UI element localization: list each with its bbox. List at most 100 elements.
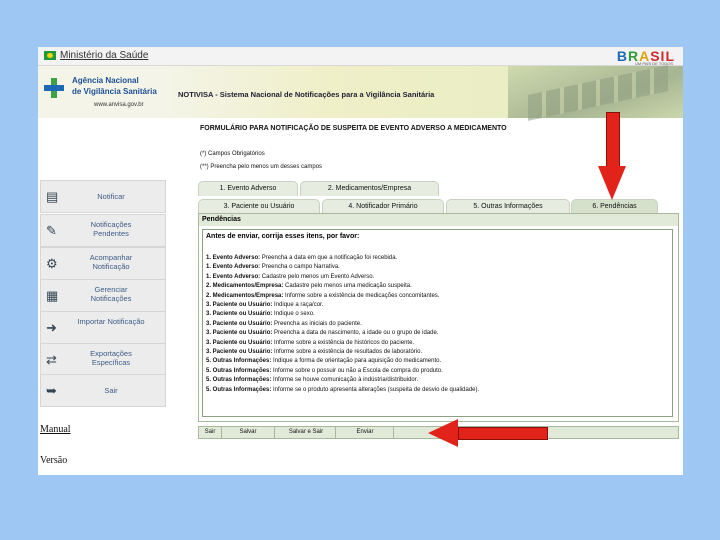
arrow-shaft	[458, 427, 548, 440]
pending-item: 5. Outras Informações: Informe se houve …	[206, 376, 479, 385]
pending-item-text: Preencha as iniciais do paciente.	[272, 320, 362, 327]
brazil-flag-icon	[44, 51, 56, 60]
pending-item: 3. Paciente ou Usuário: Informe sobre a …	[206, 348, 479, 357]
pending-item-text: Informe se o produto apresenta alteraçõe…	[271, 386, 480, 393]
pending-list: 1. Evento Adverso: Preencha a data em qu…	[206, 254, 479, 395]
system-title: NOTIVISA - Sistema Nacional de Notificaç…	[178, 90, 435, 99]
pending-item-text: Preencha o campo Narrativa.	[260, 264, 340, 271]
red-arrow-down-annotation	[598, 112, 626, 200]
tab-evento-adverso[interactable]: 1. Evento Adverso	[198, 181, 298, 196]
pending-item-text: Indique a forma de orientação para aquis…	[271, 358, 442, 365]
manual-link[interactable]: Manual	[40, 424, 71, 435]
pending-item: 3. Paciente ou Usuário: Indique a raça/c…	[206, 301, 479, 310]
export-icon: ⇄	[46, 352, 57, 367]
pending-item-section: 5. Outras Informações:	[206, 367, 272, 374]
import-icon: ➜	[46, 320, 57, 335]
sidebar-item-label: Sair	[104, 386, 118, 395]
pending-item-text: Indique a raça/cor.	[272, 302, 324, 309]
pending-item: 2. Medicamentos/Empresa: Informe sobre a…	[206, 292, 479, 301]
panel-title: Pendências	[199, 214, 678, 226]
pending-item: 1. Evento Adverso: Preencha o campo Narr…	[206, 263, 479, 272]
sidebar-item-importar[interactable]: ➜ Importar Notificação	[40, 311, 166, 344]
document-icon: ▤	[46, 189, 59, 204]
pending-item-section: 2. Medicamentos/Empresa:	[206, 283, 284, 290]
pending-item: 1. Evento Adverso: Cadastre pelo menos u…	[206, 273, 479, 282]
sidebar-item-pendentes[interactable]: ✎ Notificações Pendentes	[40, 214, 166, 247]
save-button[interactable]: Salvar	[222, 427, 275, 438]
sidebar-item-acompanhar[interactable]: ⚙ Acompanhar Notificação	[40, 247, 166, 280]
pending-item-section: 1. Evento Adverso:	[206, 264, 261, 271]
pending-item-section: 5. Outras Informações:	[206, 358, 272, 365]
pending-item: 3. Paciente ou Usuário: Preencha a data …	[206, 329, 479, 338]
agency-url: www.anvisa.gov.br	[94, 102, 144, 108]
pending-item-text: Informe sobre a existência de históricos…	[272, 339, 415, 346]
pending-item: 2. Medicamentos/Empresa: Cadastre pelo m…	[206, 282, 479, 291]
pending-item-section: 3. Paciente ou Usuário:	[206, 330, 273, 337]
sidebar-item-label: Gerenciar Notificações	[90, 285, 132, 303]
pending-item: 5. Outras Informações: Indique a forma d…	[206, 357, 479, 366]
pending-item-text: Cadastre pelo menos uma medicação suspei…	[283, 283, 412, 290]
notivisa-window: Ministério da Saúde BRASIL UM PAÍS DE TO…	[38, 47, 683, 475]
pending-item: 5. Outras Informações: Informe sobre o p…	[206, 367, 479, 376]
pending-item-section: 3. Paciente ou Usuário:	[206, 349, 273, 356]
sidebar-item-notificar[interactable]: ▤ Notificar	[40, 180, 166, 213]
pending-item-section: 1. Evento Adverso:	[206, 273, 261, 280]
pending-item: 3. Paciente ou Usuário: Indique o sexo.	[206, 310, 479, 319]
agency-name-line2: de Vigilância Sanitária	[72, 87, 157, 96]
send-button[interactable]: Enviar	[337, 427, 394, 438]
track-icon: ⚙	[46, 256, 58, 271]
tab-paciente-usuario[interactable]: 3. Paciente ou Usuário	[198, 199, 320, 214]
pending-item-text: Informe sobre a existência de resultados…	[272, 349, 423, 356]
ministry-link[interactable]: Ministério da Saúde	[60, 50, 148, 61]
pending-item: 1. Evento Adverso: Preencha a data em qu…	[206, 254, 479, 263]
required-fields-note: (*) Campos Obrigatórios	[200, 151, 265, 157]
pending-item-section: 3. Paciente ou Usuário:	[206, 311, 273, 318]
tab-notificador-primario[interactable]: 4. Notificador Primário	[322, 199, 444, 214]
brasil-logo-b: B	[616, 48, 628, 64]
pending-item-section: 1. Evento Adverso:	[206, 255, 261, 261]
keyboard-banner-image	[508, 66, 683, 118]
red-arrow-left-annotation	[428, 419, 548, 447]
anvisa-header: Agência Nacional de Vigilância Sanitária…	[38, 66, 683, 118]
pending-item-section: 3. Paciente ou Usuário:	[206, 320, 273, 327]
pending-item-text: Cadastre pelo menos um Evento Adverso.	[260, 273, 375, 280]
version-link[interactable]: Versão	[40, 455, 67, 466]
pending-item-text: Informe se houve comunicação à indústria…	[271, 377, 419, 384]
sidebar-item-label: Importar Notificação	[77, 317, 145, 326]
pending-item-section: 2. Medicamentos/Empresa:	[206, 292, 284, 299]
pending-item: 3. Paciente ou Usuário: Preencha as inic…	[206, 320, 479, 329]
pending-item-section: 5. Outras Informações:	[206, 377, 272, 384]
pending-icon: ✎	[46, 223, 57, 238]
arrow-head	[598, 166, 626, 200]
at-least-one-note: (**) Preencha pelo menos um desses campo…	[200, 164, 323, 170]
tab-pendencias[interactable]: 6. Pendências	[571, 199, 658, 214]
pending-item-section: 3. Paciente ou Usuário:	[206, 339, 273, 346]
pending-item-section: 3. Paciente ou Usuário:	[206, 302, 273, 309]
manage-icon: ▦	[46, 288, 59, 303]
sidebar-item-sair[interactable]: ➥ Sair	[40, 374, 166, 407]
pending-item-text: Informe sobre a existência de medicações…	[283, 292, 440, 299]
form-title: FORMULÁRIO PARA NOTIFICAÇÃO DE SUSPEITA …	[200, 125, 507, 132]
pending-items-box: Antes de enviar, corrija esses itens, po…	[202, 229, 673, 417]
pending-item-text: Preencha a data em que a notificação foi…	[260, 255, 398, 261]
pending-item: 5. Outras Informações: Informe se o prod…	[206, 386, 479, 395]
sidebar-item-gerenciar[interactable]: ▦ Gerenciar Notificações	[40, 279, 166, 312]
pending-item: 3. Paciente ou Usuário: Informe sobre a …	[206, 339, 479, 348]
exit-icon: ➥	[46, 383, 57, 398]
tab-outras-informacoes[interactable]: 5. Outras Informações	[446, 199, 570, 214]
sidebar-item-label: Notificações Pendentes	[90, 220, 132, 238]
save-and-exit-button[interactable]: Salvar e Sair	[277, 427, 336, 438]
sidebar-item-exportacoes[interactable]: ⇄ Exportações Específicas	[40, 343, 166, 376]
arrow-head	[428, 419, 458, 447]
government-bar: Ministério da Saúde BRASIL UM PAÍS DE TO…	[38, 47, 683, 66]
agency-name-line1: Agência Nacional	[72, 76, 139, 85]
anvisa-logo-icon	[44, 78, 64, 98]
pending-item-text: Informe sobre o possuir ou não a Escola …	[271, 367, 443, 374]
arrow-shaft	[606, 112, 620, 168]
exit-button[interactable]: Sair	[199, 427, 222, 438]
pendencias-panel: Pendências Antes de enviar, corrija esse…	[198, 213, 679, 422]
tab-medicamentos-empresa[interactable]: 2. Medicamentos/Empresa	[300, 181, 439, 196]
pending-item-section: 5. Outras Informações:	[206, 386, 272, 393]
sidebar-item-label: Acompanhar Notificação	[89, 253, 133, 271]
sidebar-item-label: Notificar	[97, 192, 125, 201]
